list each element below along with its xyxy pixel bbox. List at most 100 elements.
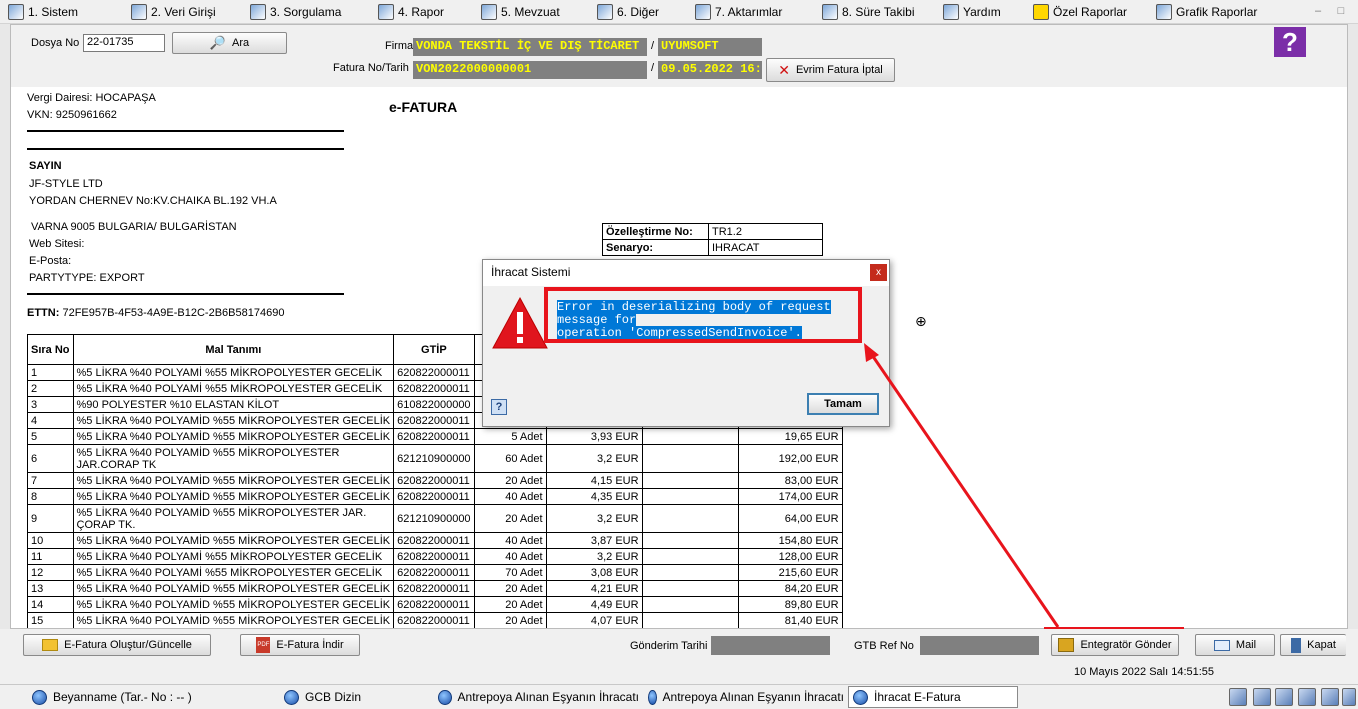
app-icon [8,4,24,20]
row-extra [641,472,739,489]
row-extra [641,548,739,565]
row-no: 9 [27,504,74,533]
zoom-in-icon[interactable] [1275,688,1293,706]
row-gtip: 621210900000 [393,444,475,473]
row-quantity: 40 Adet [473,548,547,565]
tamam-button[interactable]: Tamam [807,393,879,415]
table-row: 13 %5 LİKRA %40 POLYAMİD %55 MİKROPOLYEST… [27,580,843,597]
row-total: 215,60 EUR [737,564,843,581]
vertical-scrollbar[interactable] [1348,24,1358,629]
table-row: 14 %5 LİKRA %40 POLYAMİD %55 MİKROPOLYEST… [27,596,843,613]
users-icon[interactable] [1229,688,1247,706]
print-icon[interactable] [1253,688,1271,706]
row-description: %5 LİKRA %40 POLYAMİD %55 MİKROPOLYESTER… [72,444,395,473]
fatura-no-field[interactable]: VON2022000000001 [413,61,647,79]
row-quantity: 20 Adet [473,612,547,628]
tools-icon [597,4,613,20]
error-dialog: İhracat Sistemi x Error in deserializing… [482,259,890,427]
menu-item-veri-girisi[interactable]: 2. Veri Girişi [131,0,216,24]
row-gtip: 620822000011 [393,412,475,429]
gtb-ref-no-field[interactable] [920,636,1039,655]
save-icon[interactable] [1321,688,1339,706]
buyer-address: YORDAN CHERNEV No:KV.CHAIKA BL.192 VH.A [29,195,277,207]
vergi-dairesi: Vergi Dairesi: HOCAPAŞA [27,92,156,104]
menu-item-sorgulama[interactable]: 3. Sorgulama [250,0,341,24]
ettn: ETTN: 72FE957B-4F53-4A9E-B12C-2B6B581746… [27,307,284,319]
menu-item-mevzuat[interactable]: 5. Mevzuat [481,0,560,24]
vkn: VKN: 9250961662 [27,109,117,121]
entegrator-gonder-button[interactable]: Entegratör Gönder [1051,634,1179,656]
fatura-tarih-field[interactable]: 09.05.2022 16:21: [658,61,762,79]
taskbar: Beyanname (Tar.- No : -- ) GCB Dizin Ant… [0,684,1358,709]
maximize-icon[interactable]: □ [1334,4,1348,18]
app-globe-icon [284,689,299,705]
e-posta: E-Posta: [29,255,72,267]
e-fatura-indir-button[interactable]: PDF E-Fatura İndir [240,634,360,656]
row-extra [641,596,739,613]
status-line: 10 Mayıs 2022 Salı 14:51:55 [10,662,1348,684]
ara-button[interactable]: 🔎 Ara [172,32,287,54]
menu-item-ozel-raporlar[interactable]: Özel Raporlar [1033,0,1127,24]
menu-label: 3. Sorgulama [270,5,342,19]
taskbar-item-antrepo-1[interactable]: Antrepoya Alınan Eşyanın İhracatı [434,686,639,708]
dosya-no-input[interactable]: 22-01735 [83,34,165,52]
row-unit-price: 3,87 EUR [545,532,643,549]
column-header: Mal Tanımı [72,334,395,365]
row-gtip: 620822000011 [393,596,475,613]
row-description: %5 LİKRA %40 POLYAMİD %55 MİKROPOLYESTER… [72,472,395,489]
row-quantity: 70 Adet [473,564,547,581]
close-window-icon[interactable] [1342,688,1356,706]
app-globe-icon [32,689,47,705]
taskbar-label: Antrepoya Alınan Eşyanın İhracatı [662,690,844,704]
help-icon[interactable]: ? [1274,27,1306,57]
menu-item-sure-takibi[interactable]: 8. Süre Takibi [822,0,915,24]
taskbar-item-antrepo-2[interactable]: Antrepoya Alınan Eşyanın İhracatı [644,686,844,708]
menu-item-aktarimlar[interactable]: 7. Aktarımlar [695,0,782,24]
menu-label: Grafik Raporlar [1176,5,1258,19]
menu-label: 2. Veri Girişi [151,5,216,19]
zoom-out-icon[interactable] [1298,688,1316,706]
row-extra [641,612,739,628]
row-total: 19,65 EUR [737,428,843,445]
row-gtip: 620822000011 [393,472,475,489]
error-message-line1: Error in deserializing body of request m… [557,300,831,327]
app-globe-icon [853,689,868,705]
firma-field[interactable]: VONDA TEKSTİL İÇ VE DIŞ TİCARET LT [413,38,647,56]
row-extra [641,428,739,445]
mail-button[interactable]: Mail [1195,634,1275,656]
menu-item-rapor[interactable]: 4. Rapor [378,0,444,24]
e-fatura-olustur-button[interactable]: E-Fatura Oluştur/Güncelle [23,634,211,656]
app-globe-icon [438,689,452,705]
taskbar-item-gcb-dizin[interactable]: GCB Dizin [280,686,420,708]
menu-label: Yardım [963,5,1001,19]
kapat-button[interactable]: Kapat [1280,634,1346,656]
menu-item-diger[interactable]: 6. Diğer [597,0,659,24]
error-icon [492,296,548,349]
close-icon[interactable]: x [870,264,887,281]
taskbar-item-ihracat-e-fatura[interactable]: İhracat E-Fatura [848,686,1018,708]
table-row: 6 %5 LİKRA %40 POLYAMİD %55 MİKROPOLYESTE… [27,444,843,473]
menu-item-yardim[interactable]: Yardım [943,0,1001,24]
row-description: %5 LİKRA %40 POLYAMİD %55 MİKROPOLYESTER… [72,612,395,628]
menu-label: Özel Raporlar [1053,5,1128,19]
row-description: %5 LİKRA %40 POLYAMİD %55 MİKROPOLYESTER… [72,428,395,445]
taskbar-label: GCB Dizin [305,690,362,704]
row-quantity: 5 Adet [473,428,547,445]
row-quantity: 20 Adet [473,504,547,533]
menu-label: 7. Aktarımlar [715,5,783,19]
menu-item-sistem[interactable]: 1. Sistem [8,0,78,24]
entegrator-field[interactable]: UYUMSOFT [658,38,762,56]
row-quantity: 20 Adet [473,472,547,489]
iptal-label: Evrim Fatura İptal [795,64,883,76]
minimize-icon[interactable]: – [1311,4,1325,18]
ettn-label: ETTN: [27,307,60,319]
row-unit-price: 4,35 EUR [545,488,643,505]
menu-label: 4. Rapor [398,5,445,19]
menu-item-grafik-raporlar[interactable]: Grafik Raporlar [1156,0,1257,24]
details-icon[interactable]: ? [491,399,507,415]
gonderim-tarihi-field[interactable] [711,636,830,655]
evrim-fatura-iptal-button[interactable]: ✕ Evrim Fatura İptal [766,58,895,82]
taskbar-item-beyanname[interactable]: Beyanname (Tar.- No : -- ) [28,686,253,708]
party-type: PARTYTYPE: EXPORT [29,272,145,284]
bottom-toolbar: E-Fatura Oluştur/Güncelle PDF E-Fatura İ… [10,629,1348,662]
